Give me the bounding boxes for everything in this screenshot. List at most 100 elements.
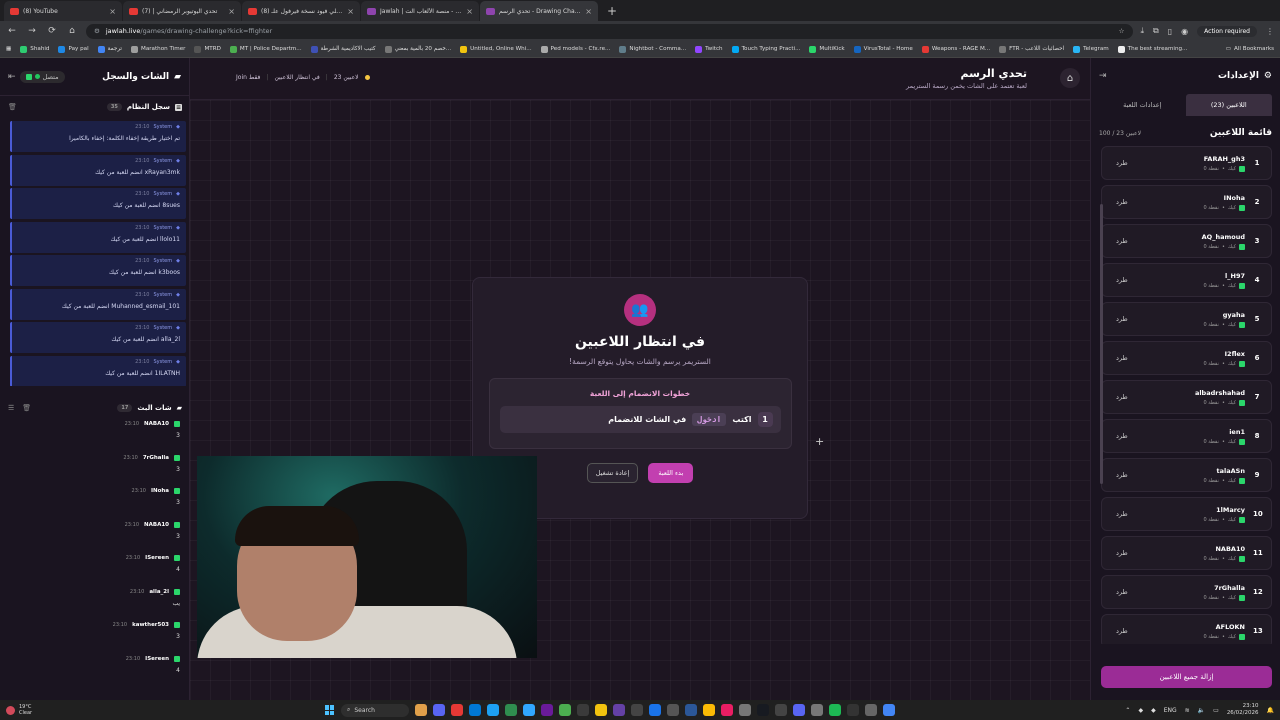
- kick-player-button[interactable]: طرد: [1116, 198, 1128, 206]
- kick-player-button[interactable]: طرد: [1116, 315, 1128, 323]
- action-required-button[interactable]: Action required: [1197, 25, 1257, 37]
- close-tab-icon[interactable]: ×: [585, 7, 592, 16]
- kick-player-button[interactable]: طرد: [1116, 588, 1128, 596]
- app-icon[interactable]: [451, 704, 463, 716]
- bookmark-item[interactable]: Marathon Timer: [131, 45, 185, 53]
- app-icon[interactable]: [613, 704, 625, 716]
- chrome-icon[interactable]: [703, 704, 715, 716]
- chat-username[interactable]: 7rGhalla: [143, 455, 169, 461]
- app-icon[interactable]: [811, 704, 823, 716]
- site-info-icon[interactable]: ⚙: [94, 27, 100, 35]
- photoshop-icon[interactable]: [523, 704, 535, 716]
- app-icon[interactable]: [631, 704, 643, 716]
- chat-username[interactable]: NABA10: [144, 421, 169, 427]
- app-icon[interactable]: [739, 704, 751, 716]
- tab-game-settings[interactable]: إعدادات اللعبة: [1099, 94, 1186, 116]
- player-list[interactable]: طرد FARAH_gh3 0 نقطة • كيك 1 طرد INoha 0 نقطة • كي…: [1101, 146, 1272, 644]
- app-icon[interactable]: [847, 704, 859, 716]
- app-icon[interactable]: [775, 704, 787, 716]
- bookmark-item[interactable]: Untitled, Online Whi...: [460, 45, 532, 53]
- tab-players[interactable]: اللاعبين (23): [1185, 94, 1272, 116]
- chat-username[interactable]: kawther503: [132, 622, 169, 628]
- player-list-scrollbar[interactable]: [1100, 204, 1103, 484]
- taskbar-search[interactable]: ⌕ Search: [341, 703, 409, 717]
- extensions-icon[interactable]: ⧉: [1153, 26, 1159, 36]
- bookmark-item[interactable]: Shahid: [20, 45, 49, 53]
- menu-icon[interactable]: ⋮: [1266, 27, 1274, 36]
- browser-tab[interactable]: (8) فاملي فيود نسخة فيرفول علـ...×: [242, 1, 360, 21]
- browser-tab[interactable]: (8) YouTube ×: [4, 1, 122, 21]
- steam-icon[interactable]: [757, 704, 769, 716]
- bookmark-item[interactable]: VirusTotal - Home: [853, 45, 913, 53]
- chat-username[interactable]: ISereen: [145, 656, 169, 662]
- chat-username[interactable]: alla_2l: [149, 589, 169, 595]
- start-game-button[interactable]: بدء اللعبة: [648, 463, 694, 483]
- browser-tab[interactable]: تحدي الرسم - Drawing Challenge×: [480, 1, 598, 21]
- app-icon[interactable]: [685, 704, 697, 716]
- app-icon[interactable]: [505, 704, 517, 716]
- chat-username[interactable]: ISereen: [145, 555, 169, 561]
- profile-icon[interactable]: ◉: [1181, 27, 1188, 36]
- bookmark-item[interactable]: Ped models - Cfx.re...: [540, 45, 610, 53]
- kick-player-button[interactable]: طرد: [1116, 510, 1128, 518]
- home-icon[interactable]: ⌂: [66, 26, 78, 36]
- kick-player-button[interactable]: طرد: [1116, 471, 1128, 479]
- windows-start-icon[interactable]: [325, 705, 335, 715]
- app-icon[interactable]: [865, 704, 877, 716]
- remove-all-players-button[interactable]: إزالة جميع اللاعبين: [1101, 666, 1272, 688]
- bookmark-item[interactable]: MultiKick: [809, 45, 845, 53]
- app-icon[interactable]: [721, 704, 733, 716]
- filter-icon[interactable]: ☰: [8, 404, 14, 412]
- clear-log-icon[interactable]: 🗑: [8, 103, 17, 111]
- clock[interactable]: 23:10 26/02/2026: [1227, 703, 1259, 717]
- live-chat-list[interactable]: 23:10 NABA10 3 23:10 7rGhalla 3 23:10 INoha 3 23:…: [0, 421, 190, 700]
- all-bookmarks-button[interactable]: ▭ All Bookmarks: [1226, 46, 1274, 52]
- bookmark-item[interactable]: Telegram: [1073, 45, 1109, 53]
- chrome-icon[interactable]: [883, 704, 895, 716]
- back-icon[interactable]: ←: [6, 26, 18, 36]
- browser-tab[interactable]: Jawlah | جولة - منصة الألعاب الت... ×: [361, 1, 479, 21]
- sidebar-icon[interactable]: ▯: [1168, 27, 1172, 36]
- chat-username[interactable]: INoha: [151, 488, 169, 494]
- bookmark-item[interactable]: Nightbot - Comma...: [619, 45, 686, 53]
- browser-tab[interactable]: تحدي اليوتيوبر الرمضاني | (7) ×: [123, 1, 241, 21]
- bookmark-item[interactable]: FTR - احصائيات اللاعب: [999, 45, 1064, 53]
- close-tab-icon[interactable]: ×: [466, 7, 473, 16]
- system-log-list[interactable]: 23:10 System ◆ تم اختيار طريقة إخفاء الكلمة…: [0, 118, 190, 386]
- bookmark-item[interactable]: ترجمة: [97, 45, 122, 53]
- reload-icon[interactable]: ⟳: [46, 26, 58, 36]
- kick-player-button[interactable]: طرد: [1116, 549, 1128, 557]
- bookmark-item[interactable]: MTRD: [194, 45, 221, 53]
- bookmark-item[interactable]: خصم 20 بالمية بمعني...: [384, 45, 451, 53]
- chat-username[interactable]: NABA10: [144, 522, 169, 528]
- chevron-up-icon[interactable]: ⌃: [1125, 707, 1130, 714]
- kick-player-button[interactable]: طرد: [1116, 432, 1128, 440]
- app-icon[interactable]: [559, 704, 571, 716]
- discord-icon[interactable]: [433, 704, 445, 716]
- reset-button[interactable]: إعادة تشغيل: [586, 463, 639, 483]
- bookmark-star-icon[interactable]: ☆: [1119, 27, 1125, 35]
- battery-icon[interactable]: ▭: [1213, 707, 1219, 714]
- wifi-icon[interactable]: ≋: [1185, 707, 1190, 714]
- tray-app-icon[interactable]: ◆: [1151, 707, 1156, 714]
- kick-player-button[interactable]: طرد: [1116, 627, 1128, 635]
- bookmark-item[interactable]: MT | Police Departm...: [229, 45, 302, 53]
- clear-chat-icon[interactable]: 🗑: [22, 404, 31, 412]
- app-icon[interactable]: [577, 704, 589, 716]
- kick-player-button[interactable]: طرد: [1116, 354, 1128, 362]
- edge-icon[interactable]: [469, 704, 481, 716]
- bookmark-item[interactable]: Pay pal: [58, 45, 89, 53]
- tray-app-icon[interactable]: ◆: [1138, 707, 1143, 714]
- url-field[interactable]: ⚙ jawlah.live/games/drawing-challenge?ki…: [86, 23, 1133, 39]
- kick-player-button[interactable]: طرد: [1116, 237, 1128, 245]
- bookmark-item[interactable]: كتيب الاكاديمية الشرطة: [310, 45, 376, 53]
- home-button[interactable]: ⌂: [1060, 68, 1080, 88]
- app-icon[interactable]: [595, 704, 607, 716]
- collapse-right-icon[interactable]: ⇥: [1099, 71, 1107, 81]
- bookmark-item[interactable]: Twitch: [695, 45, 723, 53]
- kick-player-button[interactable]: طرد: [1116, 276, 1128, 284]
- app-icon[interactable]: [541, 704, 553, 716]
- bookmark-item[interactable]: The best streaming...: [1117, 45, 1187, 53]
- weather-widget[interactable]: 19°C Clear: [6, 704, 156, 716]
- notifications-icon[interactable]: 🔔: [1267, 707, 1274, 714]
